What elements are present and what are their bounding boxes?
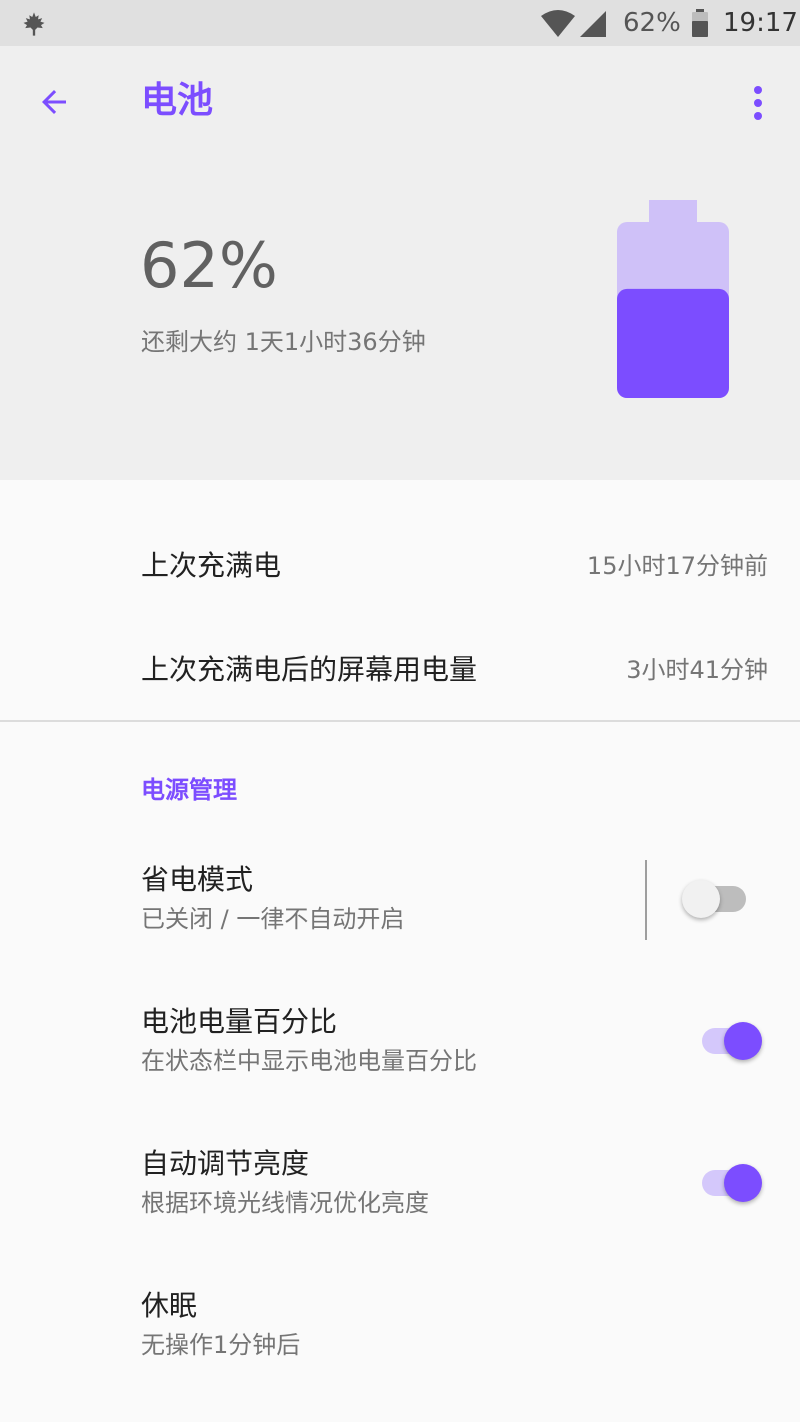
battery-level-graphic	[617, 200, 729, 398]
screen-usage-label: 上次充满电后的屏幕用电量	[141, 653, 478, 686]
battery-percentage-subtitle: 在状态栏中显示电池电量百分比	[141, 1047, 477, 1075]
back-button[interactable]	[26, 74, 82, 130]
last-full-charge-row[interactable]: 上次充满电 15小时17分钟前	[0, 516, 800, 616]
battery-saver-subtitle: 已关闭 / 一律不自动开启	[141, 905, 405, 933]
more-options-button[interactable]	[736, 78, 780, 128]
toggle-thumb	[724, 1164, 762, 1202]
battery-percentage-title: 电池电量百分比	[141, 1005, 338, 1038]
battery-percentage: 62%	[140, 229, 278, 302]
arrow-back-icon	[42, 90, 66, 114]
more-vert-icon	[754, 86, 762, 120]
last-full-charge-label: 上次充满电	[141, 549, 282, 582]
battery-icon	[692, 9, 708, 37]
sleep-subtitle: 无操作1分钟后	[141, 1331, 301, 1359]
battery-percentage-toggle[interactable]	[700, 1016, 764, 1060]
maple-leaf-icon	[23, 12, 45, 36]
battery-saver-title: 省电模式	[141, 863, 254, 896]
toggle-thumb	[682, 880, 720, 918]
cell-signal-icon	[580, 11, 606, 37]
setting-row-sleep[interactable]: 休眠 无操作1分钟后	[0, 1272, 800, 1402]
battery-remaining-time: 还剩大约 1天1小时36分钟	[141, 328, 426, 356]
battery-fill	[617, 288, 729, 398]
setting-row-battery-percentage[interactable]: 电池电量百分比 在状态栏中显示电池电量百分比	[0, 988, 800, 1118]
adaptive-brightness-subtitle: 根据环境光线情况优化亮度	[141, 1189, 429, 1217]
battery-header: 电池 62% 还剩大约 1天1小时36分钟	[0, 46, 800, 480]
setting-row-adaptive-brightness[interactable]: 自动调节亮度 根据环境光线情况优化亮度	[0, 1130, 800, 1260]
divider	[0, 720, 800, 722]
setting-row-battery-saver[interactable]: 省电模式 已关闭 / 一律不自动开启	[0, 846, 800, 976]
status-time: 19:17	[723, 8, 798, 38]
screen-usage-value: 3小时41分钟	[626, 656, 768, 684]
adaptive-brightness-toggle[interactable]	[700, 1158, 764, 1202]
last-full-charge-value: 15小时17分钟前	[586, 552, 768, 580]
wifi-icon	[541, 10, 575, 37]
toggle-thumb	[724, 1022, 762, 1060]
vertical-separator	[645, 860, 647, 940]
screen-usage-row[interactable]: 上次充满电后的屏幕用电量 3小时41分钟	[0, 620, 800, 720]
sleep-title: 休眠	[141, 1289, 198, 1322]
status-bar: 62% 19:17	[0, 0, 800, 46]
page-title: 电池	[141, 80, 214, 121]
status-battery-percent: 62%	[623, 8, 681, 38]
adaptive-brightness-title: 自动调节亮度	[141, 1147, 310, 1180]
section-title-power-management: 电源管理	[141, 776, 237, 804]
battery-saver-toggle[interactable]	[682, 874, 750, 918]
